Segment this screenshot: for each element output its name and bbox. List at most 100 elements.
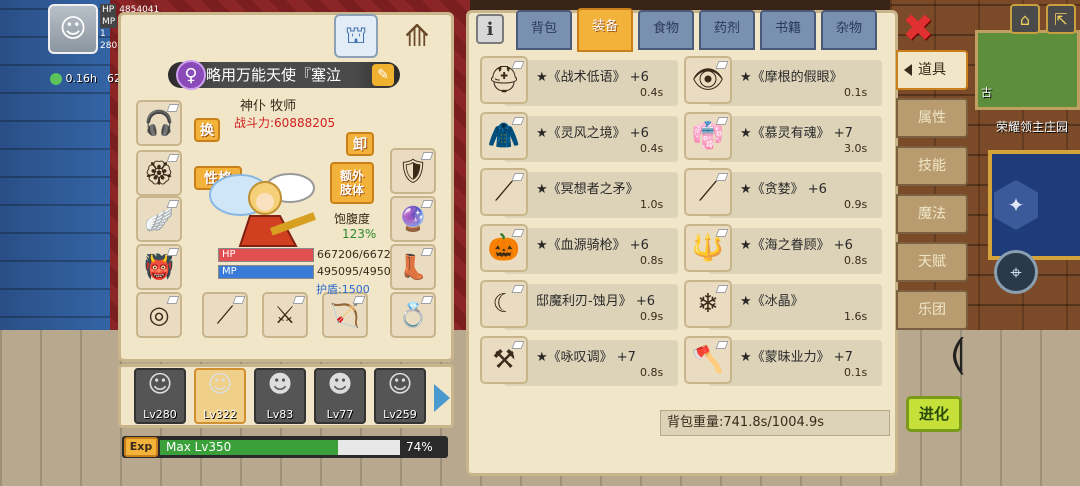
gold-ring-icon: 💍	[398, 301, 428, 329]
equip-slot-orb[interactable]: 🔮	[390, 196, 436, 242]
character-name: 略用万能天使『塞泣	[206, 66, 342, 84]
party-member-slot[interactable]: ☺ Lv322	[194, 368, 246, 424]
equip-slot-ring-left[interactable]: ◎	[136, 292, 182, 338]
party-member-slot[interactable]: ☺ Lv259	[374, 368, 426, 424]
spear-icon[interactable]: ⟋	[480, 168, 528, 216]
equip-slot-weapon[interactable]: ⚔	[262, 292, 308, 338]
inventory-tab[interactable]: 杂物	[821, 10, 877, 50]
equip-slot-cape[interactable]: 🪽	[136, 196, 182, 242]
pumpkin-lance-icon[interactable]: 🎃	[480, 224, 528, 272]
party-next-arrow-icon[interactable]	[434, 384, 450, 412]
helmet-icon[interactable]: ⛑	[480, 56, 528, 104]
satiety-label: 饱腹度	[334, 212, 371, 226]
player-avatar[interactable]: ☺	[48, 4, 98, 54]
inventory-tab[interactable]: 背包	[516, 10, 572, 50]
inventory-item-name: ★《灵风之境》 +6	[536, 126, 649, 141]
combat-power: 战斗力:60888205	[234, 116, 336, 130]
inventory-item-weight: 1.6s	[844, 310, 868, 323]
party-member-slot[interactable]: ☻ Lv83	[254, 368, 306, 424]
party-member-portrait-icon: ☺	[207, 370, 233, 398]
axe-icon[interactable]: 🪓	[684, 336, 732, 384]
mp-tag: MP	[100, 16, 118, 28]
inventory-item-name: ★《咏叹调》 +7	[536, 350, 636, 365]
inventory-tab[interactable]: 食物	[638, 10, 694, 50]
eye-icon[interactable]: 👁	[684, 56, 732, 104]
party-member-portrait-icon: ☺	[387, 370, 413, 398]
equip-slot-shoulder[interactable]: 🛡	[390, 148, 436, 194]
bow-icon: ⟬	[950, 330, 965, 376]
mp-bar: MP 495095/4950	[218, 265, 391, 279]
feather-cape-icon: 🪽	[144, 205, 174, 233]
inventory-tab[interactable]: 书籍	[760, 10, 816, 50]
inventory-item-name: ★《海之眷顾》 +6	[740, 238, 853, 253]
equip-slot-necklace[interactable]: 🏵	[136, 150, 182, 196]
hammer-icon[interactable]: ⚒	[480, 336, 528, 384]
female-gender-icon: ♀	[176, 60, 206, 90]
close-button[interactable]: ✖	[900, 9, 936, 47]
inventory-item-weight: 1.0s	[640, 198, 664, 211]
equip-slot-boots[interactable]: 👢	[390, 244, 436, 290]
cloak-icon[interactable]: 🧥	[480, 112, 528, 160]
unequip-button[interactable]: 卸	[346, 132, 374, 156]
wardrobe-hanger-icon[interactable]: ⟰	[386, 14, 448, 58]
party-member-level: Lv83	[266, 408, 294, 421]
equip-slot-staff[interactable]: ⟋	[202, 292, 248, 338]
crystal-shrine-icon[interactable]: ⛫	[334, 14, 378, 58]
rename-icon[interactable]: ✎	[372, 64, 394, 86]
equip-slot-armor[interactable]: 👹	[136, 244, 182, 290]
inventory-item-weight: 3.0s	[844, 142, 868, 155]
side-menu-tab[interactable]: 属性	[896, 98, 968, 138]
inventory-tab[interactable]: 药剂	[699, 10, 755, 50]
inventory-item-name: ★《血源骑枪》 +6	[536, 238, 649, 253]
mp-bar-label: MP	[222, 266, 237, 277]
party-member-slot[interactable]: ☺ Lv280	[134, 368, 186, 424]
network-icon[interactable]: ⌂	[1010, 4, 1040, 34]
shoulder-armor-icon: 🛡	[397, 157, 429, 185]
compass-icon[interactable]: ⌖	[994, 250, 1038, 294]
trident-icon[interactable]: 🔱	[684, 224, 732, 272]
lance-icon[interactable]: ⟋	[684, 168, 732, 216]
ice-crystal-icon[interactable]: ❄	[684, 280, 732, 328]
exp-max-level: Max Lv350	[166, 440, 232, 454]
swap-button[interactable]: 换	[194, 118, 220, 142]
manor-label[interactable]: 荣耀领主庄园	[996, 118, 1068, 135]
party-member-portrait-icon: ☺	[147, 370, 173, 398]
moon-blade-icon[interactable]: ☾	[480, 280, 528, 328]
hp-tag: HP	[100, 4, 117, 16]
amulet-icon: 🏵	[143, 159, 175, 187]
inventory-item-weight: 0.8s	[844, 254, 868, 267]
side-menu-tab[interactable]: 乐团	[896, 290, 968, 330]
equip-slot-headphones[interactable]: 🎧	[136, 100, 182, 146]
mp-bar-value: 495095/4950	[317, 265, 391, 278]
timer-dot-icon	[50, 73, 62, 85]
robe-icon[interactable]: 👘	[684, 112, 732, 160]
party-member-level: Lv77	[326, 408, 354, 421]
side-menu-tab[interactable]: 魔法	[896, 194, 968, 234]
headphones-icon: 🎧	[144, 109, 174, 137]
inventory-item-weight: 0.4s	[640, 142, 664, 155]
equip-slot-ring-right[interactable]: 💍	[390, 292, 436, 338]
hp-bar-value: 667206/6672	[317, 248, 391, 261]
side-menu-tab[interactable]: 道具	[896, 50, 968, 90]
evolve-button[interactable]: 进化	[906, 396, 962, 432]
inventory-tab[interactable]: 装备	[577, 8, 633, 52]
satiety-value: 123%	[342, 227, 377, 241]
stat-4: 280	[100, 41, 118, 51]
equip-slot-bow[interactable]: 🏹	[322, 292, 368, 338]
inventory-item-name: 邸魔利刃-蚀月》 +6	[536, 294, 655, 309]
extra-limb-button[interactable]: 额外 肢体	[330, 162, 374, 204]
side-menu-tab[interactable]: 技能	[896, 146, 968, 186]
party-member-slot[interactable]: ☻ Lv77	[314, 368, 366, 424]
stat-3: 1	[100, 29, 106, 39]
party-member-portrait-icon: ☻	[327, 370, 353, 398]
inventory-item-weight: 0.8s	[640, 366, 664, 379]
exit-icon[interactable]: ⇱	[1046, 4, 1076, 34]
side-menu-tab[interactable]: 天赋	[896, 242, 968, 282]
golden-bow-icon: 🏹	[330, 301, 360, 329]
character-class: 神仆 牧师	[240, 99, 297, 114]
info-button[interactable]: i	[476, 14, 504, 44]
inventory-item-name: ★《战术低语》 +6	[536, 70, 649, 85]
exp-tag: Exp	[124, 437, 158, 457]
inventory-item-weight: 0.1s	[844, 366, 868, 379]
hud-status-row: 0.16h 628	[50, 72, 128, 85]
